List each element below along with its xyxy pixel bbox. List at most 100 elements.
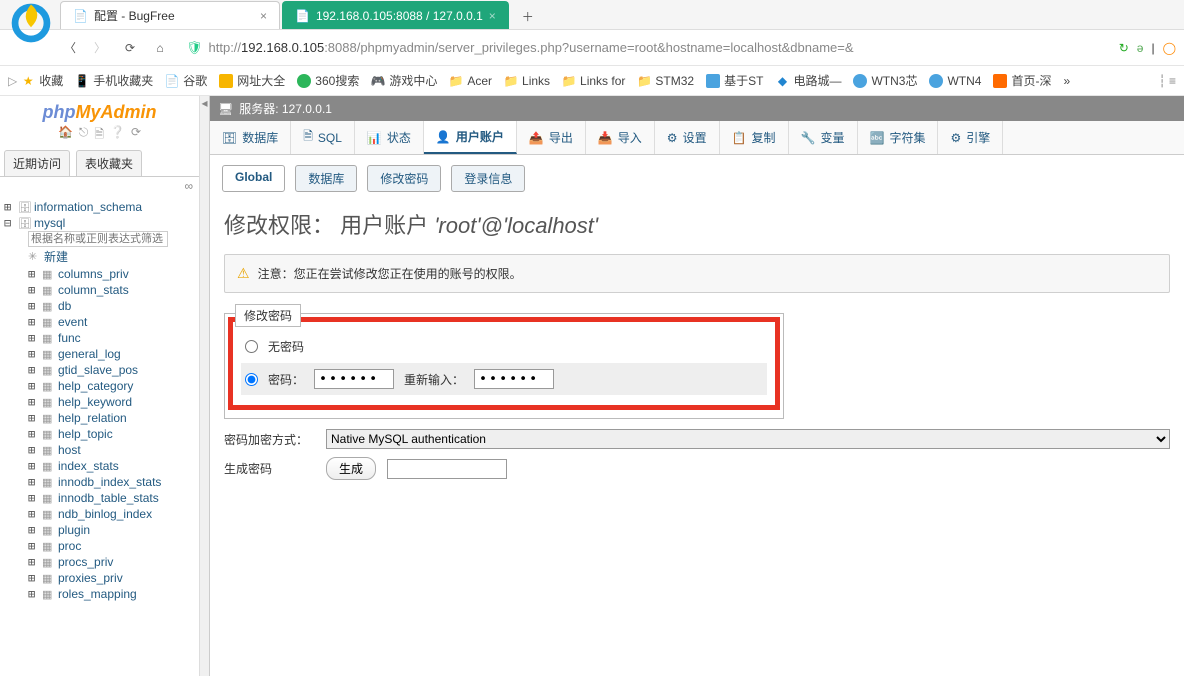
- bookmark-item[interactable]: 网址大全: [219, 72, 285, 89]
- password-input[interactable]: [314, 369, 394, 389]
- compat-icon[interactable]: ǝ: [1137, 41, 1144, 55]
- table-node[interactable]: ⊞▦proc: [4, 538, 199, 554]
- table-node[interactable]: ⊞▦columns_priv: [4, 266, 199, 282]
- bookmark-item[interactable]: WTN4: [929, 74, 981, 88]
- bookmark-item[interactable]: 📁Acer: [449, 74, 492, 88]
- table-node[interactable]: ⊞▦help_relation: [4, 410, 199, 426]
- table-node[interactable]: ⊞▦help_keyword: [4, 394, 199, 410]
- bookmarks-more[interactable]: »: [1063, 74, 1070, 88]
- new-table[interactable]: ✳新建: [4, 247, 199, 266]
- browser-tab-1[interactable]: 📄 192.168.0.105:8088 / 127.0.0.1 ×: [282, 1, 509, 29]
- tab-favorites[interactable]: 表收藏夹: [76, 150, 142, 176]
- radio-password[interactable]: [245, 373, 258, 386]
- table-node[interactable]: ⊞▦index_stats: [4, 458, 199, 474]
- table-node[interactable]: ⊞▦proxies_priv: [4, 570, 199, 586]
- table-icon: ▦: [42, 428, 56, 441]
- bookmark-item[interactable]: 📱手机收藏夹: [75, 72, 153, 89]
- tab-icon: 🗄: [222, 131, 237, 145]
- table-filter-input[interactable]: [28, 231, 168, 247]
- sync-icon[interactable]: ↻: [1119, 41, 1129, 55]
- radio-no-password[interactable]: [245, 340, 258, 353]
- table-node[interactable]: ⊞▦ndb_binlog_index: [4, 506, 199, 522]
- table-node[interactable]: ⊞▦procs_priv: [4, 554, 199, 570]
- sub-tab-3[interactable]: 登录信息: [451, 165, 525, 192]
- table-icon: ▦: [42, 284, 56, 297]
- table-node[interactable]: ⊞▦func: [4, 330, 199, 346]
- browser-tab-0[interactable]: 📄 配置 - BugFree ×: [60, 1, 280, 29]
- table-node[interactable]: ⊞▦roles_mapping: [4, 586, 199, 602]
- docs-icon[interactable]: ❔: [110, 125, 125, 146]
- top-tab-9[interactable]: 🔤字符集: [858, 121, 939, 154]
- generate-button[interactable]: 生成: [326, 457, 376, 480]
- change-password-fieldset: 修改密码 无密码 密码： 重新输入：: [224, 313, 784, 419]
- reload-icon[interactable]: ⟳: [131, 125, 141, 146]
- bookmark-item[interactable]: 360搜索: [297, 72, 359, 89]
- table-node[interactable]: ⊞▦plugin: [4, 522, 199, 538]
- top-tab-1[interactable]: 🗎SQL: [291, 121, 355, 154]
- bookmarks-menu-right[interactable]: ┆ ≡: [1158, 74, 1176, 88]
- table-node[interactable]: ⊞▦general_log: [4, 346, 199, 362]
- table-icon: ▦: [42, 508, 56, 521]
- top-tab-10[interactable]: ⚙引擎: [938, 121, 1003, 154]
- table-node[interactable]: ⊞▦gtid_slave_pos: [4, 362, 199, 378]
- bookmark-item[interactable]: 🎮游戏中心: [371, 72, 437, 89]
- close-icon[interactable]: ×: [489, 9, 496, 23]
- new-tab-button[interactable]: ＋: [515, 3, 541, 29]
- top-tab-6[interactable]: ⚙设置: [655, 121, 720, 154]
- logout-icon[interactable]: ⎋: [79, 125, 89, 146]
- top-tab-7[interactable]: 📋复制: [720, 121, 789, 154]
- db-node-expanded[interactable]: ⊟🗄mysql: [4, 215, 199, 231]
- tab-icon: 📤: [529, 131, 544, 145]
- bookmark-item[interactable]: 📁STM32: [637, 74, 694, 88]
- bookmark-item[interactable]: 📄谷歌: [165, 72, 207, 89]
- address-bar[interactable]: 🛡 http://192.168.0.105:8088/phpmyadmin/s…: [180, 36, 1109, 60]
- top-tab-3[interactable]: 👤用户账户: [424, 121, 517, 154]
- hash-select[interactable]: Native MySQL authentication: [326, 429, 1170, 449]
- bookmark-item[interactable]: WTN3芯: [853, 72, 917, 89]
- reload-button[interactable]: ⟳: [120, 38, 140, 58]
- tab-title: 配置 - BugFree: [94, 7, 175, 24]
- table-node[interactable]: ⊞▦host: [4, 442, 199, 458]
- sql-icon[interactable]: 🗎: [94, 125, 104, 146]
- warning-icon: ⚠: [237, 265, 250, 282]
- generated-password-input[interactable]: [387, 459, 507, 479]
- table-icon: ▦: [42, 412, 56, 425]
- forward-button[interactable]: 〉: [90, 38, 110, 58]
- table-icon: ▦: [42, 556, 56, 569]
- top-tab-5[interactable]: 📥导入: [586, 121, 655, 154]
- table-node[interactable]: ⊞▦innodb_index_stats: [4, 474, 199, 490]
- site-icon: [853, 74, 867, 88]
- sub-tab-1[interactable]: 数据库: [295, 165, 357, 192]
- close-icon[interactable]: ×: [260, 9, 267, 23]
- bookmark-item[interactable]: 📁Links for: [562, 74, 625, 88]
- bookmark-item[interactable]: 基于ST: [706, 72, 763, 89]
- table-node[interactable]: ⊞▦innodb_table_stats: [4, 490, 199, 506]
- bookmark-item[interactable]: 📁Links: [504, 74, 550, 88]
- sub-tab-2[interactable]: 修改密码: [367, 165, 441, 192]
- sub-tab-0[interactable]: Global: [222, 165, 285, 192]
- download-icon[interactable]: ◯: [1163, 41, 1176, 55]
- site-icon: [297, 74, 311, 88]
- table-node[interactable]: ⊞▦db: [4, 298, 199, 314]
- top-tab-8[interactable]: 🔧变量: [789, 121, 858, 154]
- bookmark-item[interactable]: 首页-深: [993, 72, 1051, 89]
- bookmarks-menu[interactable]: ▷★收藏: [8, 72, 63, 89]
- collapse-icon[interactable]: ∞: [0, 177, 199, 195]
- home-button[interactable]: ⌂: [150, 38, 170, 58]
- top-tab-0[interactable]: 🗄数据库: [210, 121, 291, 154]
- table-node[interactable]: ⊞▦column_stats: [4, 282, 199, 298]
- bookmarks-label: 收藏: [39, 72, 63, 89]
- top-tab-2[interactable]: 📊状态: [355, 121, 424, 154]
- table-node[interactable]: ⊞▦help_category: [4, 378, 199, 394]
- top-tab-4[interactable]: 📤导出: [517, 121, 586, 154]
- back-button[interactable]: 〈: [60, 38, 80, 58]
- bookmark-item[interactable]: ◆电路城—: [775, 72, 841, 89]
- table-node[interactable]: ⊞▦help_topic: [4, 426, 199, 442]
- tab-recent[interactable]: 近期访问: [4, 150, 70, 176]
- db-node[interactable]: ⊞🗄information_schema: [4, 199, 199, 215]
- home-icon[interactable]: 🏠: [58, 125, 73, 146]
- sidebar-resizer[interactable]: ◂: [200, 96, 210, 676]
- password-reenter-input[interactable]: [474, 369, 554, 389]
- table-node[interactable]: ⊞▦event: [4, 314, 199, 330]
- pma-logo[interactable]: phpMyAdmin: [0, 96, 199, 125]
